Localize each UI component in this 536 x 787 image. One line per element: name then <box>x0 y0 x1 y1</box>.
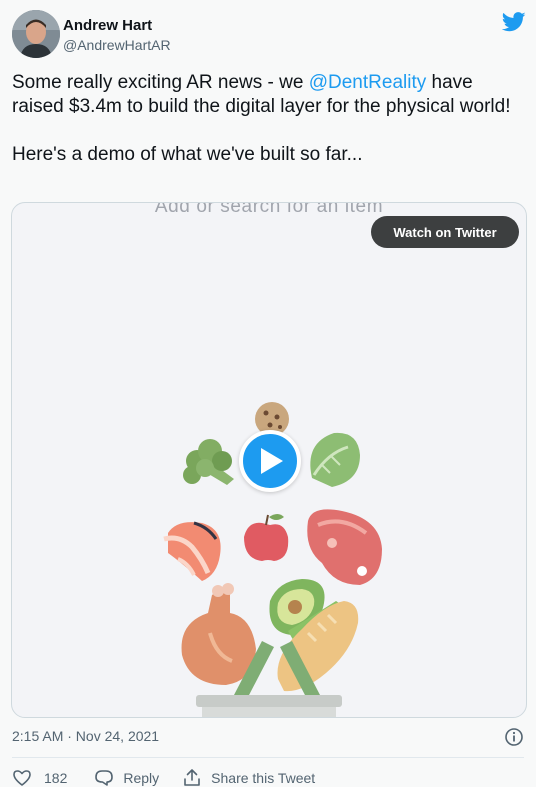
tweet-paragraph-2: Here's a demo of what we've built so far… <box>12 144 363 165</box>
heart-icon <box>13 770 31 786</box>
tweet-paragraph-1: Some really exciting AR news - we @DentR… <box>12 71 524 119</box>
share-label: Share this Tweet <box>211 770 316 786</box>
info-icon[interactable] <box>504 727 524 747</box>
salmon-icon <box>163 521 221 581</box>
lettuce-icon <box>310 432 360 487</box>
watch-on-twitter-button[interactable]: Watch on Twitter <box>371 216 519 248</box>
avatar[interactable] <box>12 10 60 58</box>
play-button[interactable] <box>239 430 301 492</box>
tweet-header: Andrew Hart @AndrewHartAR <box>12 10 526 60</box>
chicken-icon <box>181 583 256 685</box>
tweet-text: Some really exciting AR news - we @DentR… <box>12 71 524 167</box>
share-button[interactable]: Share this Tweet <box>182 768 315 787</box>
video-player[interactable]: Add or search for an item Watch on Twitt… <box>11 202 527 718</box>
reply-label: Reply <box>123 770 160 786</box>
like-button[interactable]: 182 <box>12 768 67 787</box>
apple-icon <box>244 514 289 561</box>
author-handle[interactable]: @AndrewHartAR <box>63 37 171 53</box>
tweet-timestamp[interactable]: 2:15 AM · Nov 24, 2021 <box>12 728 159 744</box>
reply-button[interactable]: Reply <box>94 768 159 787</box>
tweet-actions: 182 Reply Share this Tweet <box>12 767 315 787</box>
divider <box>12 757 524 758</box>
play-icon <box>261 448 283 474</box>
steak-icon <box>307 509 382 585</box>
mention-link[interactable]: @DentReality <box>309 72 427 93</box>
author-name[interactable]: Andrew Hart <box>63 17 152 34</box>
broccoli-icon <box>183 439 234 485</box>
like-count: 182 <box>44 770 68 786</box>
tweet-text-part-1: Some really exciting AR news - we <box>12 72 309 93</box>
share-icon <box>184 769 200 786</box>
reply-icon <box>95 770 114 786</box>
twitter-bird-icon[interactable] <box>502 12 526 32</box>
